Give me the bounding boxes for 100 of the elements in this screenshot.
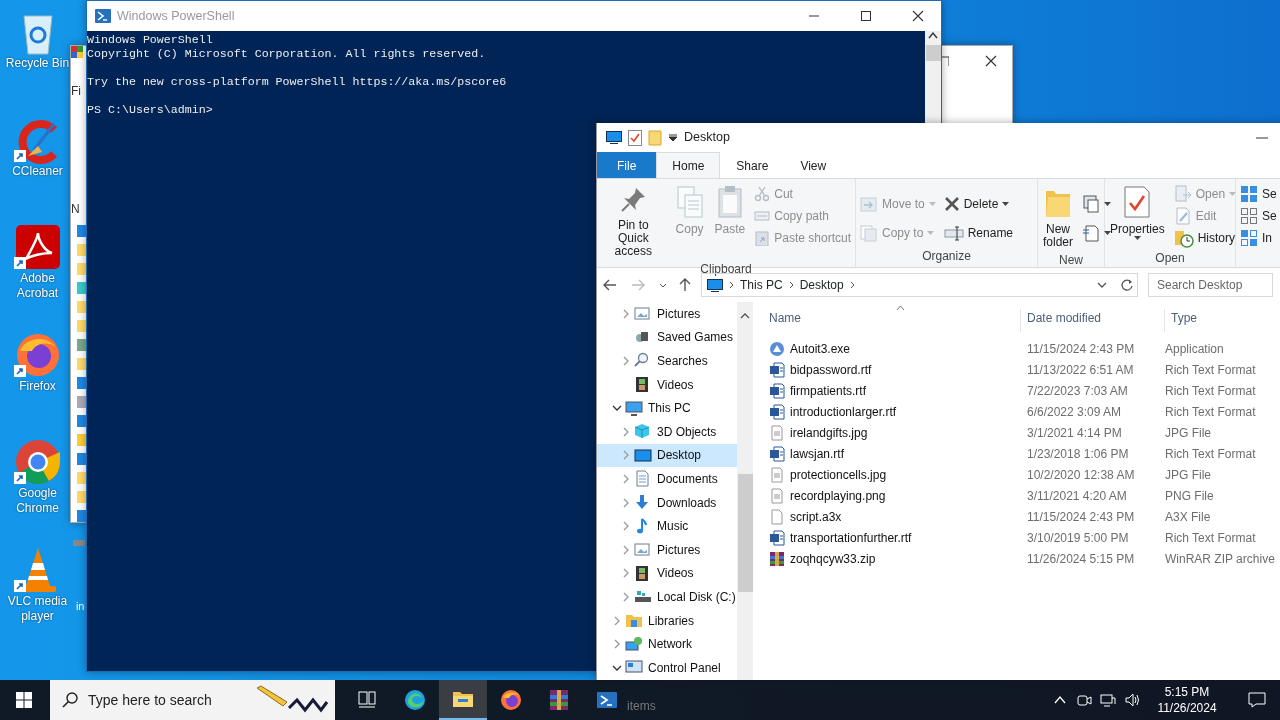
up-arrow-icon[interactable] xyxy=(679,278,691,292)
monitor-icon[interactable] xyxy=(606,131,622,144)
search-box[interactable]: Type here to search xyxy=(50,680,335,720)
file-type: Rich Text Format xyxy=(1165,361,1256,379)
nav-item[interactable]: Music xyxy=(597,514,737,538)
firefox-icon[interactable] xyxy=(500,689,522,711)
chevron-icon[interactable] xyxy=(788,281,794,289)
group-label: New xyxy=(1058,252,1084,269)
scroll-up-icon[interactable] xyxy=(740,312,750,320)
nav-item[interactable]: Videos xyxy=(597,372,737,397)
caret-icon[interactable] xyxy=(668,133,678,142)
edge-icon[interactable] xyxy=(404,689,426,711)
icon-label: Firefox xyxy=(19,378,56,394)
search-field[interactable]: Search Desktop xyxy=(1148,273,1273,297)
icon-label: Adobe Acrobat xyxy=(15,271,60,301)
ribbon-button[interactable]: Rename xyxy=(941,218,1016,247)
refresh-icon[interactable] xyxy=(1121,279,1133,291)
dropdown-icon[interactable] xyxy=(1097,282,1107,288)
file-name[interactable]: lawsjan.rtf xyxy=(790,444,845,463)
archive-icon[interactable] xyxy=(548,689,570,711)
ribbon-button[interactable]: History xyxy=(1171,227,1239,249)
camera-icon[interactable] xyxy=(1076,692,1092,708)
task-view-icon[interactable] xyxy=(356,689,378,711)
nav-item[interactable]: Desktop xyxy=(597,443,737,468)
nav-item[interactable]: Saved Games xyxy=(597,325,737,350)
recent-caret-icon[interactable] xyxy=(659,282,667,288)
ribbon-tab[interactable]: Home xyxy=(656,152,721,178)
nav-item[interactable]: Videos xyxy=(597,561,737,586)
network-icon[interactable] xyxy=(1100,692,1116,708)
scroll-up-icon[interactable] xyxy=(928,31,938,39)
select-none-icon xyxy=(1240,207,1258,225)
nav-item[interactable]: Searches xyxy=(597,349,737,373)
back-arrow-icon[interactable] xyxy=(603,279,617,291)
scrollbar-thumb-icon[interactable] xyxy=(925,45,941,61)
nav-item[interactable]: Pictures xyxy=(597,302,737,326)
file-name[interactable]: Autoit3.exe xyxy=(790,339,851,358)
nav-item[interactable]: Network xyxy=(597,632,737,656)
group-label: Clipboard xyxy=(699,261,753,278)
ribbon-button[interactable]: Properties xyxy=(1107,183,1168,242)
column-header[interactable]: Date modified xyxy=(1021,309,1165,332)
nav-item[interactable]: Pictures xyxy=(597,537,737,562)
volume-icon[interactable] xyxy=(1124,692,1140,708)
close-icon[interactable] xyxy=(985,55,997,67)
properties-icon xyxy=(1122,185,1153,219)
file-name[interactable]: introductionlarger.rtf xyxy=(790,402,897,421)
breadcrumb-link[interactable]: This PC xyxy=(740,276,783,294)
file-name[interactable]: irelandgifts.jpg xyxy=(790,423,868,442)
ribbon-tab[interactable]: View xyxy=(784,152,843,178)
ribbon-button[interactable]: Delete xyxy=(941,189,1016,218)
checklist-icon[interactable] xyxy=(628,129,642,146)
nav-item[interactable]: Control Panel xyxy=(597,655,737,680)
nav-item[interactable]: This PC xyxy=(597,396,737,420)
nav-item[interactable]: Documents xyxy=(597,467,737,491)
file-name[interactable]: protectioncells.jpg xyxy=(790,465,887,484)
date-modified: 1/23/2018 1:06 PM xyxy=(1026,445,1130,463)
nav-item[interactable]: Libraries xyxy=(597,608,737,633)
nav-item[interactable]: Downloads xyxy=(597,490,737,515)
file-menu-button[interactable]: File xyxy=(597,152,657,178)
close-icon[interactable] xyxy=(912,10,924,22)
maximize-icon[interactable] xyxy=(860,10,872,22)
file-name[interactable]: recordplaying.png xyxy=(790,486,886,505)
scrollbar-thumb-icon[interactable] xyxy=(737,474,753,592)
ribbon-tab[interactable]: Share xyxy=(720,152,785,178)
ribbon-button[interactable]: Se xyxy=(1238,205,1279,227)
nav-item[interactable]: Local Disk (C:) xyxy=(597,585,737,609)
nav-item[interactable]: 3D Objects xyxy=(597,419,737,444)
powershell-icon[interactable] xyxy=(596,689,618,711)
powershell-icon xyxy=(95,9,111,23)
column-header[interactable]: Type xyxy=(1165,309,1280,332)
clock-date[interactable]: 11/26/2024 xyxy=(1152,700,1222,716)
date-modified: 11/13/2022 6:51 AM xyxy=(1026,361,1135,379)
autoit-icon xyxy=(769,340,785,357)
chevron-icon[interactable] xyxy=(849,281,855,289)
file-name[interactable]: firmpatients.rtf xyxy=(790,381,867,400)
ribbon-button[interactable]: Pin to Quick access xyxy=(599,183,668,260)
icon-label: Recycle Bin xyxy=(5,56,70,71)
ribbon-button[interactable]: New folder xyxy=(1040,183,1076,251)
file-name[interactable]: bidpassword.rtf xyxy=(790,360,872,379)
file-name[interactable]: script.a3x xyxy=(790,507,842,526)
column-header[interactable]: Name xyxy=(763,309,1021,332)
copy-icon xyxy=(674,185,705,219)
date-modified: 11/15/2024 2:43 PM xyxy=(1026,508,1136,526)
rename-icon xyxy=(943,224,964,241)
chevron-icon[interactable] xyxy=(729,281,734,289)
clock-time[interactable]: 5:15 PM xyxy=(1152,684,1222,700)
notification-icon[interactable] xyxy=(1248,691,1266,709)
date-modified: 11/15/2024 2:43 PM xyxy=(1026,340,1136,358)
file-name[interactable]: zoqhqcyw33.zip xyxy=(790,549,876,568)
ribbon-button[interactable]: In xyxy=(1238,227,1279,249)
icon-label: VLC media player xyxy=(6,593,69,624)
select-all-icon xyxy=(1240,185,1258,203)
sort-caret-icon[interactable] xyxy=(896,305,905,310)
edit-icon xyxy=(1173,207,1192,225)
breadcrumb-link[interactable]: Desktop xyxy=(799,276,844,294)
library-folder-icon xyxy=(625,612,643,629)
ribbon-button[interactable]: Se xyxy=(1238,183,1279,205)
file-name[interactable]: transportationfurther.rtf xyxy=(790,528,912,547)
windows-logo-icon[interactable] xyxy=(16,692,32,708)
search-icon xyxy=(62,692,78,708)
file-type: PNG File xyxy=(1165,487,1214,505)
